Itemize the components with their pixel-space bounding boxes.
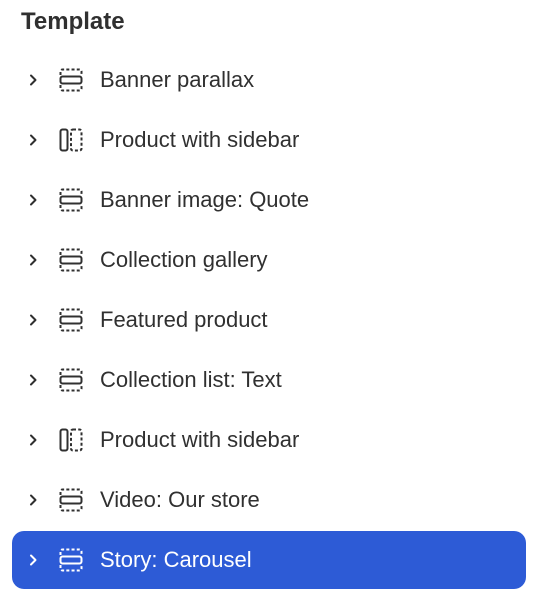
chevron-right-icon[interactable] — [26, 313, 40, 327]
section-item-label: Story: Carousel — [100, 547, 252, 572]
section-item-label: Collection list: Text — [100, 367, 282, 392]
sidebar-section-icon — [58, 127, 84, 153]
chevron-right-icon[interactable] — [26, 193, 40, 207]
banner-section-icon — [58, 307, 84, 333]
section-item-label: Featured product — [100, 307, 268, 332]
section-item-label: Banner parallax — [100, 67, 255, 92]
chevron-right-icon[interactable] — [26, 433, 40, 447]
section-item-featured-product[interactable]: Featured product — [12, 290, 526, 350]
section-item-banner-parallax[interactable]: Banner parallax — [12, 50, 526, 110]
banner-section-icon — [58, 487, 84, 513]
banner-section-icon — [58, 547, 84, 573]
section-item-label: Product with sidebar — [100, 127, 300, 152]
section-item-label: Collection gallery — [100, 247, 268, 272]
chevron-right-icon[interactable] — [26, 253, 40, 267]
chevron-right-icon[interactable] — [26, 73, 40, 87]
section-item-banner-image-quote[interactable]: Banner image: Quote — [12, 170, 526, 230]
banner-section-icon — [58, 367, 84, 393]
section-item-label: Product with sidebar — [100, 427, 300, 452]
banner-section-icon — [58, 187, 84, 213]
banner-section-icon — [58, 67, 84, 93]
chevron-right-icon[interactable] — [26, 493, 40, 507]
section-item-collection-list-text[interactable]: Collection list: Text — [12, 350, 526, 410]
section-item-label: Banner image: Quote — [100, 187, 310, 212]
section-item-collection-gallery[interactable]: Collection gallery — [12, 230, 526, 290]
panel-title: Template — [21, 8, 125, 35]
section-item-label: Video: Our store — [100, 487, 260, 512]
section-list: Banner parallax Product with sidebar Ban… — [12, 50, 526, 589]
section-item-video-our-store[interactable]: Video: Our store — [12, 470, 526, 530]
sidebar-section-icon — [58, 427, 84, 453]
section-item-product-with-sidebar[interactable]: Product with sidebar — [12, 110, 526, 170]
chevron-right-icon[interactable] — [26, 373, 40, 387]
section-item-story-carousel[interactable]: Story: Carousel — [12, 531, 526, 589]
section-item-product-with-sidebar[interactable]: Product with sidebar — [12, 410, 526, 470]
chevron-right-icon[interactable] — [26, 133, 40, 147]
template-panel: Template Banner parallax Product with si… — [0, 0, 542, 604]
banner-section-icon — [58, 247, 84, 273]
chevron-right-icon[interactable] — [26, 553, 40, 567]
